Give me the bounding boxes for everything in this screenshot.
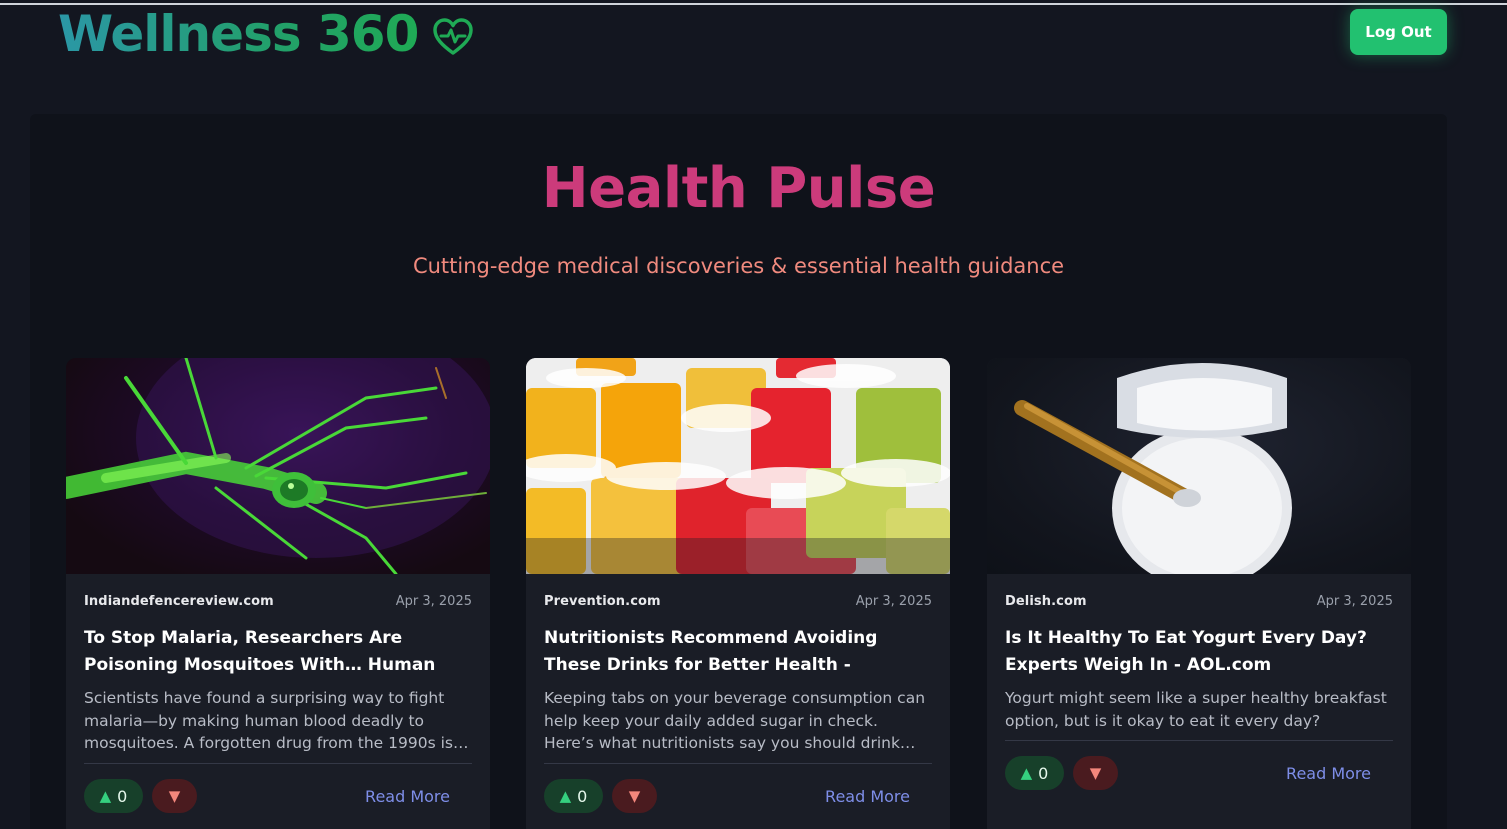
logout-button[interactable]: Log Out xyxy=(1350,9,1447,55)
article-date: Apr 3, 2025 xyxy=(395,593,472,609)
upvote-button[interactable]: ▲ 0 xyxy=(544,779,603,813)
upvote-button[interactable]: ▲ 0 xyxy=(1005,756,1064,790)
read-more-link[interactable]: Read More xyxy=(1286,764,1371,783)
page-subtitle: Cutting-edge medical discoveries & essen… xyxy=(412,254,1065,278)
article-source: Prevention.com xyxy=(544,593,661,609)
brand: Wellness 360 xyxy=(58,4,474,64)
article-description: Yogurt might seem like a super healthy b… xyxy=(1005,689,1387,730)
read-more-link[interactable]: Read More xyxy=(365,787,450,806)
downvote-button[interactable]: ▼ xyxy=(1073,756,1118,790)
article-title[interactable]: Is It Healthy To Eat Yogurt Every Day? E… xyxy=(1005,625,1393,679)
upvote-count: 0 xyxy=(117,786,128,806)
divider xyxy=(84,763,472,764)
article-image-yogurt[interactable] xyxy=(987,358,1411,574)
triangle-up-icon: ▲ xyxy=(559,787,572,805)
article-description: Scientists have found a surprising way t… xyxy=(84,689,469,752)
heart-pulse-icon xyxy=(433,18,474,55)
article-card[interactable]: Prevention.com Apr 3, 2025 Nutritionists… xyxy=(526,358,950,829)
read-more-link[interactable]: Read More xyxy=(825,787,910,806)
triangle-up-icon: ▲ xyxy=(1020,764,1033,782)
triangle-down-icon: ▼ xyxy=(1089,764,1102,782)
article-card[interactable]: Delish.com Apr 3, 2025 Is It Healthy To … xyxy=(987,358,1411,829)
article-image-mosquito[interactable] xyxy=(66,358,490,574)
upvote-count: 0 xyxy=(1038,763,1049,783)
article-description: Keeping tabs on your beverage consumptio… xyxy=(544,689,926,752)
downvote-button[interactable]: ▼ xyxy=(152,779,197,813)
article-source: Delish.com xyxy=(1005,593,1087,609)
article-date: Apr 3, 2025 xyxy=(855,593,932,609)
upvote-count: 0 xyxy=(577,786,588,806)
divider xyxy=(544,763,932,764)
brand-title: Wellness 360 xyxy=(58,5,419,63)
triangle-down-icon: ▼ xyxy=(168,787,181,805)
article-title[interactable]: To Stop Malaria, Researchers Are Poisoni… xyxy=(84,625,472,679)
article-card[interactable]: Indiandefencereview.com Apr 3, 2025 To S… xyxy=(66,358,490,829)
downvote-button[interactable]: ▼ xyxy=(612,779,657,813)
divider xyxy=(1005,740,1393,741)
article-date: Apr 3, 2025 xyxy=(1316,593,1393,609)
triangle-down-icon: ▼ xyxy=(628,787,641,805)
article-source: Indiandefencereview.com xyxy=(84,593,274,609)
article-image-drinks[interactable] xyxy=(526,358,950,574)
triangle-up-icon: ▲ xyxy=(99,787,112,805)
article-title[interactable]: Nutritionists Recommend Avoiding These D… xyxy=(544,625,932,679)
page-title: Health Pulse xyxy=(541,156,936,221)
upvote-button[interactable]: ▲ 0 xyxy=(84,779,143,813)
